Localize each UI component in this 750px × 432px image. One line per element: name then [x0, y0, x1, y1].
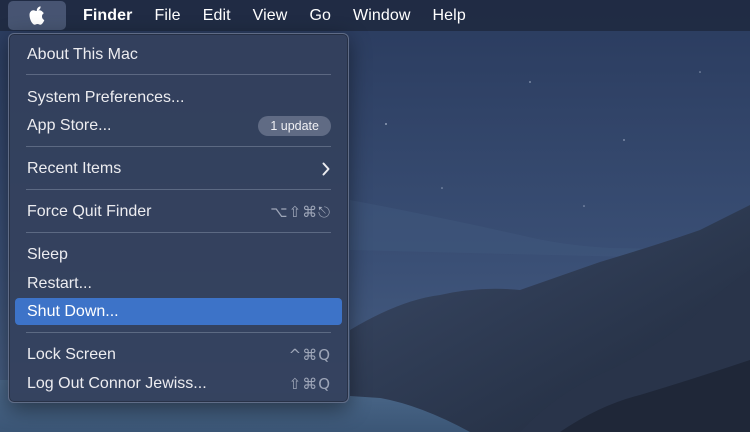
menu-bar: Finder File Edit View Go Window Help [0, 0, 750, 31]
keyboard-shortcut: ⇧⌘Q [288, 374, 331, 393]
menu-item-recent-items[interactable]: Recent Items [15, 155, 342, 182]
apple-logo-icon [29, 5, 45, 25]
menu-item-label: Log Out Connor Jewiss... [27, 374, 207, 392]
menu-item-restart[interactable]: Restart... [15, 270, 342, 297]
menubar-go[interactable]: Go [298, 0, 342, 31]
menu-separator [26, 146, 331, 147]
menu-item-about-this-mac[interactable]: About This Mac [15, 41, 342, 68]
chevron-right-icon [322, 162, 330, 175]
menubar-file[interactable]: File [144, 0, 192, 31]
apple-menu-dropdown: About This Mac System Preferences... App… [8, 33, 349, 403]
menu-item-label: Shut Down... [27, 302, 119, 320]
keyboard-shortcut: ^⌘Q [288, 345, 331, 364]
menubar-view[interactable]: View [242, 0, 299, 31]
menu-item-label: Recent Items [27, 159, 122, 177]
menu-item-label: Sleep [27, 245, 68, 263]
menu-separator [26, 232, 331, 233]
menu-item-force-quit[interactable]: Force Quit Finder ⌥⇧⌘⎋ [15, 198, 342, 225]
update-badge: 1 update [258, 115, 331, 136]
menu-separator [26, 74, 331, 75]
menu-separator [26, 332, 331, 333]
apple-menu-button[interactable] [8, 1, 66, 30]
menu-separator [26, 189, 331, 190]
menu-item-label: System Preferences... [27, 88, 185, 106]
menu-item-sleep[interactable]: Sleep [15, 241, 342, 268]
menu-item-lock-screen[interactable]: Lock Screen ^⌘Q [15, 341, 342, 368]
menu-item-label: Force Quit Finder [27, 202, 152, 220]
menubar-help[interactable]: Help [422, 0, 477, 31]
menu-item-log-out[interactable]: Log Out Connor Jewiss... ⇧⌘Q [15, 370, 342, 397]
menu-item-shut-down[interactable]: Shut Down... [15, 298, 342, 325]
menu-item-label: App Store... [27, 116, 112, 134]
menu-item-system-preferences[interactable]: System Preferences... [15, 84, 342, 111]
menubar-edit[interactable]: Edit [192, 0, 242, 31]
menu-item-label: Lock Screen [27, 345, 116, 363]
menubar-finder[interactable]: Finder [72, 0, 144, 31]
menu-item-app-store[interactable]: App Store... 1 update [15, 112, 342, 139]
menu-item-label: About This Mac [27, 45, 138, 63]
menu-item-label: Restart... [27, 274, 92, 292]
keyboard-shortcut: ⌥⇧⌘⎋ [270, 202, 331, 221]
menubar-window[interactable]: Window [342, 0, 422, 31]
